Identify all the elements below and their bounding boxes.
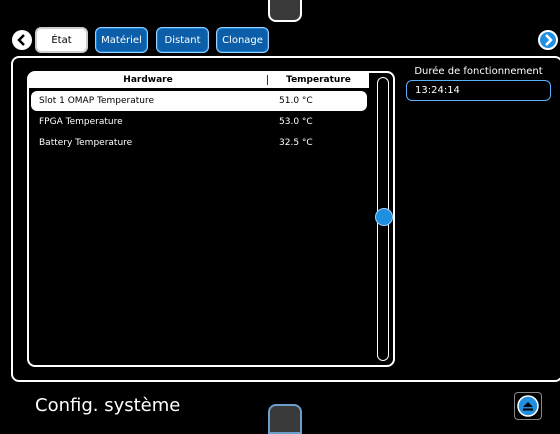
scrollbar-thumb[interactable]	[375, 208, 393, 226]
hardware-name: Battery Temperature	[39, 138, 133, 148]
hardware-name: Slot 1 OMAP Temperature	[39, 96, 155, 106]
table-row[interactable]: Battery Temperature 32.5 °C	[31, 133, 367, 153]
previous-page-button[interactable]	[12, 30, 32, 50]
tab-distant[interactable]: Distant	[156, 27, 209, 53]
bottom-drawer-handle[interactable]	[268, 404, 302, 434]
page-title: Config. système	[35, 395, 181, 416]
chevron-left-icon	[17, 34, 25, 46]
table-header: Hardware Temperature	[29, 72, 369, 88]
eject-up-button[interactable]	[514, 392, 542, 420]
column-header-hardware[interactable]: Hardware	[29, 75, 268, 85]
temperature-value: 32.5 °C	[279, 138, 313, 148]
temperature-value: 51.0 °C	[279, 96, 313, 106]
uptime-label: Durée de fonctionnement	[414, 66, 543, 77]
column-header-temperature[interactable]: Temperature	[268, 75, 369, 85]
table-row[interactable]: FPGA Temperature 53.0 °C	[31, 112, 367, 132]
temperature-value: 53.0 °C	[279, 117, 313, 127]
eject-up-icon	[517, 395, 539, 417]
chevron-right-icon	[545, 34, 553, 46]
top-drawer-handle[interactable]	[268, 0, 302, 22]
uptime-field: 13:24:14	[406, 80, 551, 101]
tab-etat[interactable]: État	[35, 27, 88, 53]
next-page-button[interactable]	[538, 30, 558, 50]
table-row[interactable]: Slot 1 OMAP Temperature 51.0 °C	[31, 91, 367, 111]
tab-clonage[interactable]: Clonage	[216, 27, 269, 53]
tab-materiel[interactable]: Matériel	[95, 27, 148, 53]
hardware-name: FPGA Temperature	[39, 117, 123, 127]
